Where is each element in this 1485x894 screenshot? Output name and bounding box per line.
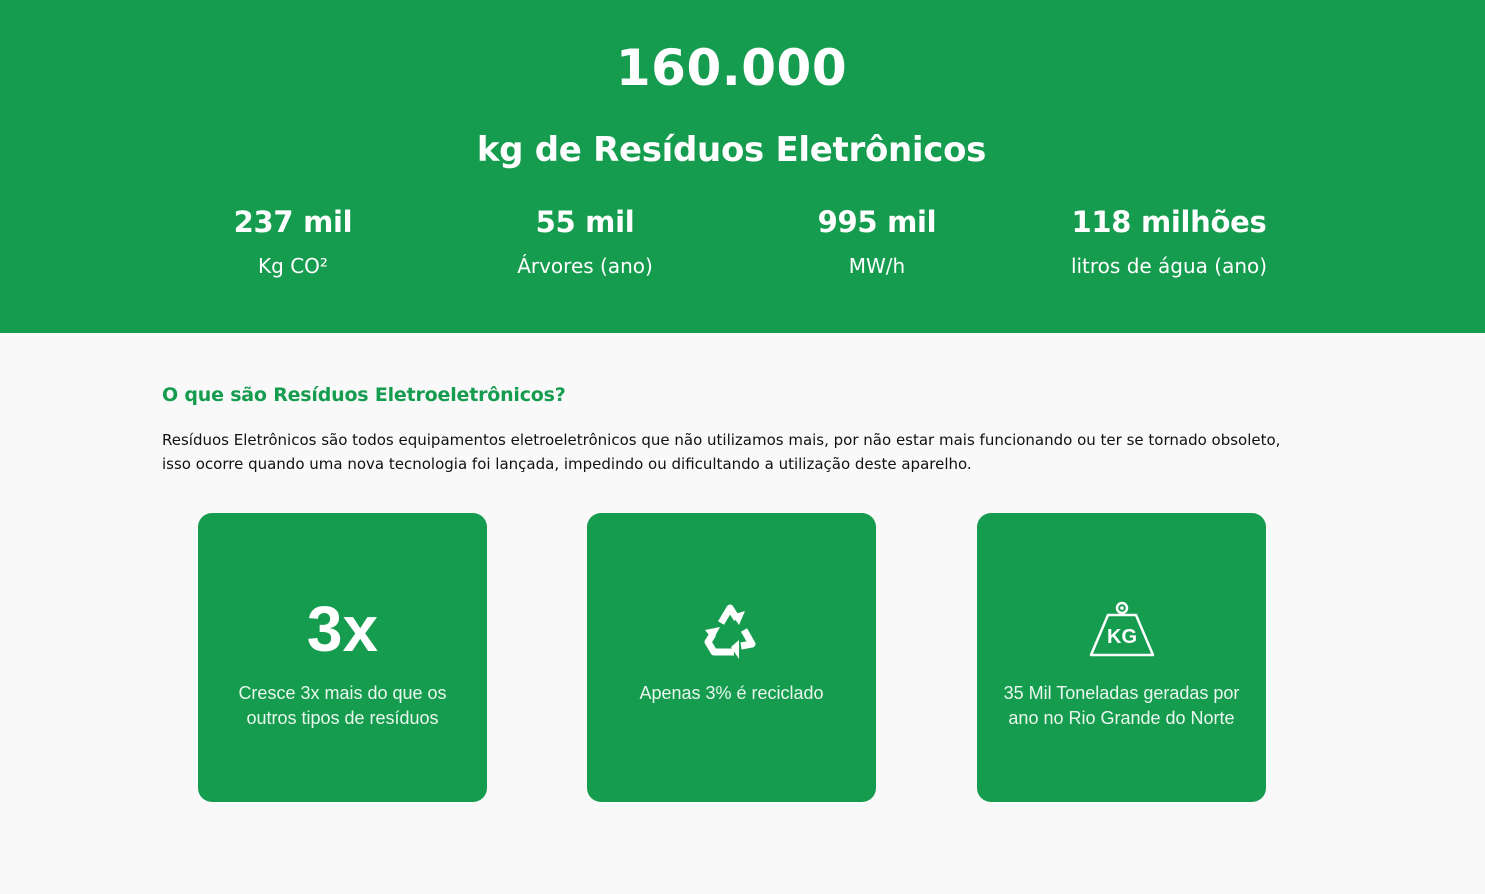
stat-value: 118 milhões bbox=[1071, 205, 1267, 239]
total-kg-number: 160.000 bbox=[615, 39, 848, 97]
stat-water: 118 milhões litros de água (ano) bbox=[1019, 202, 1319, 280]
stats-banner: 160.000 kg de Resíduos Eletrônicos 237 m… bbox=[0, 0, 1485, 333]
card-text: 35 Mil Toneladas geradas por ano no Rio … bbox=[1003, 683, 1240, 728]
growth-figure: 3x bbox=[306, 593, 379, 665]
card-text: Cresce 3x mais do que os outros tipos de… bbox=[238, 683, 447, 728]
recycle-icon bbox=[704, 604, 755, 659]
stat-label: Árvores (ano) bbox=[517, 254, 653, 278]
section-heading: O que são Resíduos Eletroeletrônicos? bbox=[162, 384, 566, 406]
stat-label: MW/h bbox=[848, 254, 906, 278]
card-text: Apenas 3% é reciclado bbox=[639, 683, 824, 703]
stat-energy: 995 mil MW/h bbox=[727, 202, 1027, 280]
stat-value: 995 mil bbox=[817, 205, 937, 239]
stat-co2: 237 mil Kg CO² bbox=[143, 202, 443, 280]
stat-value: 55 mil bbox=[535, 205, 635, 239]
card-recycled: Apenas 3% é reciclado bbox=[587, 513, 876, 802]
card-icon-wrap: KG bbox=[977, 595, 1266, 663]
kg-label: KG bbox=[1107, 626, 1137, 648]
stat-label: Kg CO² bbox=[258, 254, 328, 278]
total-kg-caption: kg de Resíduos Eletrônicos bbox=[476, 130, 987, 170]
card-big-figure: 3x bbox=[198, 595, 487, 663]
stat-value: 237 mil bbox=[233, 205, 353, 239]
card-tonnage: KG 35 Mil Toneladas geradas por ano no R… bbox=[977, 513, 1266, 802]
card-growth: 3x Cresce 3x mais do que os outros tipos… bbox=[198, 513, 487, 802]
stat-label: litros de água (ano) bbox=[1070, 254, 1268, 278]
card-icon-wrap bbox=[587, 595, 876, 663]
section-description: Resíduos Eletrônicos são todos equipamen… bbox=[162, 431, 1281, 473]
kg-weight-icon: KG bbox=[1089, 601, 1154, 657]
stat-trees: 55 mil Árvores (ano) bbox=[435, 202, 735, 280]
